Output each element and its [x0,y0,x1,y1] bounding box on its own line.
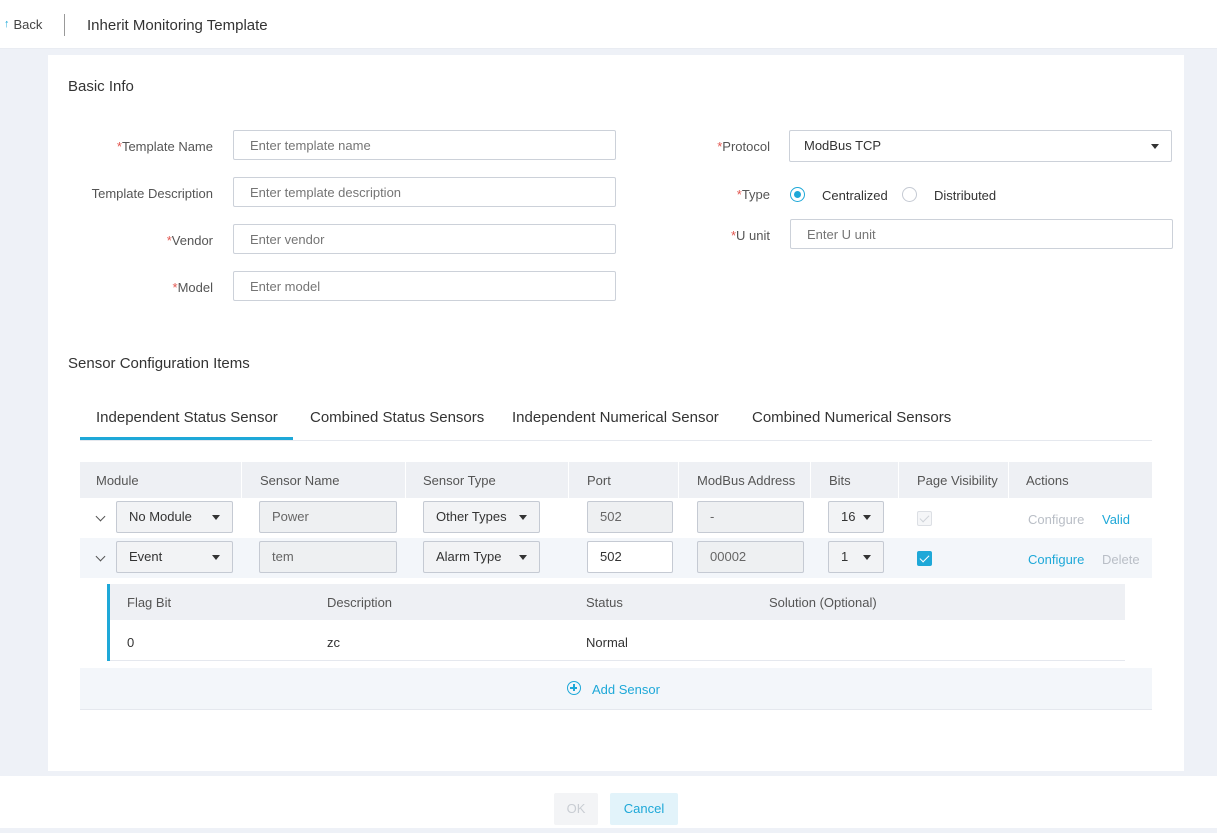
bits-value: 16 [841,509,856,524]
sensor-name-field: Power [259,501,397,533]
ok-button[interactable]: OK [554,793,598,825]
type-radio-distributed[interactable] [902,187,917,202]
protocol-label: *Protocol [640,139,770,154]
port-input[interactable]: 502 [587,541,673,573]
col-header-status: Status [586,595,623,610]
tab-combined-numerical-sensors[interactable]: Combined Numerical Sensors [752,409,951,426]
column-separator [678,462,679,498]
type-label: *Type [640,187,770,202]
configure-button[interactable]: Configure [1028,512,1084,527]
vendor-label: *Vendor [60,233,213,248]
col-header-sensor-type: Sensor Type [423,473,496,488]
bits-select[interactable]: 16 [828,501,884,533]
col-header-modbus-address: ModBus Address [697,473,796,488]
column-separator [1008,462,1009,498]
back-label: Back [13,17,43,32]
template-description-input[interactable] [233,177,616,207]
description-value: zc [327,635,340,650]
bits-value: 1 [841,549,849,564]
flag-table-divider [110,660,1125,661]
label-text: Vendor [171,233,213,248]
flag-bit-value: 0 [127,635,135,650]
col-header-flag-bit: Flag Bit [127,595,172,610]
sensor-type-select[interactable]: Alarm Type [423,541,540,573]
modbus-address-field: 00002 [697,541,804,573]
label-text: Type [741,187,770,202]
col-header-module: Module [96,473,139,488]
page-visibility-checkbox[interactable] [917,511,932,526]
sensor-type-select[interactable]: Other Types [423,501,540,533]
col-header-sensor-name: Sensor Name [260,473,340,488]
caret-down-icon [863,555,871,560]
column-separator [568,462,569,498]
model-label: *Model [60,280,213,295]
basic-info-title: Basic Info [68,78,134,95]
caret-down-icon [212,555,220,560]
modbus-address-field: - [697,501,804,533]
column-separator [898,462,899,498]
column-separator [405,462,406,498]
status-value: Normal [586,635,628,650]
label-text: Model [177,280,213,295]
delete-button[interactable]: Delete [1102,552,1140,567]
valid-button[interactable]: Valid [1102,512,1130,527]
bits-select[interactable]: 1 [828,541,884,573]
sensor-config-title: Sensor Configuration Items [68,355,250,372]
module-value: Event [129,549,163,564]
top-bar: ↑ Back Inherit Monitoring Template [0,0,1217,49]
caret-down-icon [1151,144,1159,149]
tab-independent-status-sensor[interactable]: Independent Status Sensor [96,409,278,426]
model-input[interactable] [233,271,616,301]
plus-circle-icon[interactable] [567,681,581,695]
template-name-input[interactable] [233,130,616,160]
header-divider [64,14,65,36]
type-option-centralized-label: Centralized [822,188,888,203]
type-radio-centralized[interactable] [790,187,805,202]
col-header-description: Description [327,595,393,610]
caret-down-icon [863,515,871,520]
back-arrow-icon: ↑ [4,18,10,30]
module-select[interactable]: No Module [116,501,233,533]
template-name-label: *Template Name [60,139,213,154]
footer-bar [0,776,1217,828]
module-select[interactable]: Event [116,541,233,573]
caret-down-icon [212,515,220,520]
u-unit-input[interactable] [790,219,1173,249]
col-header-solution: Solution (Optional) [769,595,877,610]
col-header-port: Port [587,473,611,488]
module-value: No Module [129,509,192,524]
sensor-name-field: tem [259,541,397,573]
add-sensor-label[interactable]: Add Sensor [592,682,660,697]
type-option-distributed-label: Distributed [934,188,997,203]
column-separator [810,462,811,498]
label-text: Protocol [722,139,770,154]
protocol-select[interactable]: ModBus TCP [789,130,1172,162]
u-unit-label: *U unit [640,228,770,243]
label-text: Template Name [121,139,213,154]
template-description-label: Template Description [91,186,213,201]
sensor-type-value: Other Types [436,509,507,524]
back-button[interactable]: ↑ Back [4,17,42,32]
port-field: 502 [587,501,673,533]
col-header-page-visibility: Page Visibility [917,473,998,488]
configure-button[interactable]: Configure [1028,552,1084,567]
label-text: U unit [736,228,770,243]
cancel-button[interactable]: Cancel [610,793,678,825]
caret-down-icon [519,555,527,560]
col-header-actions: Actions [1026,473,1069,488]
vendor-input[interactable] [233,224,616,254]
page-title: Inherit Monitoring Template [87,17,268,34]
column-separator [241,462,242,498]
sensor-type-value: Alarm Type [436,549,502,564]
tab-independent-numerical-sensor[interactable]: Independent Numerical Sensor [512,409,719,426]
active-tab-indicator [80,437,293,440]
tabs-divider [80,440,1152,441]
tab-combined-status-sensors[interactable]: Combined Status Sensors [310,409,484,426]
page-visibility-checkbox[interactable] [917,551,932,566]
protocol-value: ModBus TCP [804,138,882,153]
caret-down-icon [519,515,527,520]
col-header-bits: Bits [829,473,851,488]
